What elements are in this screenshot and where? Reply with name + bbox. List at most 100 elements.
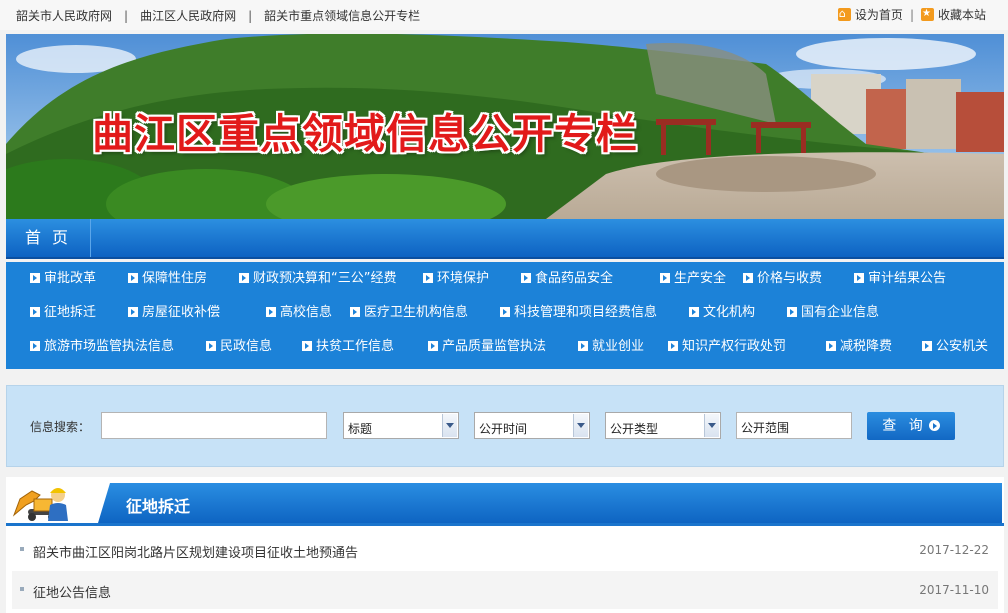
search-button-label: 查 询 bbox=[882, 418, 927, 434]
link-shaoguan-key-areas[interactable]: 韶关市重点领域信息公开专栏 bbox=[264, 9, 420, 23]
nav-home[interactable]: 首 页 bbox=[6, 219, 91, 257]
category-label: 审批改革 bbox=[44, 271, 97, 286]
link-shaoguan-gov[interactable]: 韶关市人民政府网 bbox=[16, 9, 112, 23]
category-link[interactable]: 科技管理和项目经费信息 bbox=[500, 303, 657, 323]
section-land-acquisition: 征地拆迁 韶关市曲江区阳岗北路片区规划建设项目征收土地预通告 2017-12-2… bbox=[6, 477, 1004, 613]
category-link[interactable]: 审计结果公告 bbox=[854, 269, 946, 289]
category-link[interactable]: 公安机关 bbox=[922, 337, 988, 357]
chevron-down-icon bbox=[573, 414, 588, 437]
bullet bbox=[20, 547, 24, 551]
arrow-bullet-icon bbox=[578, 341, 588, 351]
section-underline bbox=[6, 523, 1004, 526]
arrow-bullet-icon bbox=[302, 341, 312, 351]
chevron-down-icon bbox=[704, 414, 719, 437]
category-label: 国有企业信息 bbox=[801, 305, 880, 320]
news-item[interactable]: 征地公告信息 2017-11-10 bbox=[12, 571, 998, 609]
arrow-bullet-icon bbox=[689, 307, 699, 317]
section-header: 征地拆迁 bbox=[6, 477, 1004, 527]
category-link[interactable]: 文化机构 bbox=[689, 303, 755, 323]
category-link[interactable]: 高校信息 bbox=[266, 303, 332, 323]
category-link[interactable]: 就业创业 bbox=[578, 337, 644, 357]
category-link[interactable]: 知识产权行政处罚 bbox=[668, 337, 786, 357]
category-link[interactable]: 房屋征收补偿 bbox=[128, 303, 220, 323]
publish-type-select[interactable]: 公开类型 bbox=[605, 412, 721, 439]
news-item[interactable]: 韶关市曲江区阳岗北路片区规划建设项目征收土地预通告 2017-12-22 bbox=[12, 531, 998, 569]
category-label: 知识产权行政处罚 bbox=[682, 339, 787, 354]
news-date: 2017-11-10 bbox=[919, 583, 989, 597]
category-label: 扶贫工作信息 bbox=[316, 339, 395, 354]
category-label: 价格与收费 bbox=[757, 271, 823, 286]
category-link[interactable]: 民政信息 bbox=[206, 337, 272, 357]
search-label: 信息搜索： bbox=[30, 420, 91, 434]
section-tab bbox=[98, 483, 1002, 523]
section-title[interactable]: 征地拆迁 bbox=[126, 493, 190, 517]
category-link[interactable]: 产品质量监管执法 bbox=[428, 337, 546, 357]
category-label: 审计结果公告 bbox=[868, 271, 947, 286]
arrow-bullet-icon bbox=[854, 273, 864, 283]
category-label: 公安机关 bbox=[936, 339, 989, 354]
category-label: 产品质量监管执法 bbox=[442, 339, 547, 354]
arrow-bullet-icon bbox=[128, 273, 138, 283]
top-right-actions: 设为首页 | 收藏本站 bbox=[837, 6, 986, 23]
category-link[interactable]: 减税降费 bbox=[826, 337, 892, 357]
arrow-bullet-icon bbox=[521, 273, 531, 283]
arrow-bullet-icon bbox=[743, 273, 753, 283]
category-link[interactable]: 旅游市场监管执法信息 bbox=[30, 337, 174, 357]
publish-scope-input[interactable]: 公开范围 bbox=[736, 412, 852, 439]
top-bar: 韶关市人民政府网 | 曲江区人民政府网 | 韶关市重点领域信息公开专栏 设为首页 | 收藏本… bbox=[0, 0, 1008, 30]
set-homepage-link[interactable]: 设为首页 bbox=[855, 8, 903, 22]
category-label: 文化机构 bbox=[703, 305, 756, 320]
category-link[interactable]: 财政预决算和“三公”经费 bbox=[239, 269, 396, 289]
search-panel: 信息搜索： 标题 公开时间 公开类型 公开范围 查 询 bbox=[6, 385, 1004, 467]
category-label: 高校信息 bbox=[280, 305, 333, 320]
search-keyword-input[interactable] bbox=[101, 412, 327, 439]
bookmark-link[interactable]: 收藏本站 bbox=[938, 8, 986, 22]
star-icon bbox=[920, 7, 934, 21]
top-links: 韶关市人民政府网 | 曲江区人民政府网 | 韶关市重点领域信息公开专栏 bbox=[16, 7, 420, 24]
category-link[interactable]: 食品药品安全 bbox=[521, 269, 613, 289]
category-label: 旅游市场监管执法信息 bbox=[44, 339, 175, 354]
category-link[interactable]: 审批改革 bbox=[30, 269, 96, 289]
excavator-worker-icon bbox=[12, 488, 68, 521]
banner: 曲江区重点领域信息公开专栏 bbox=[6, 34, 1004, 219]
category-link[interactable]: 价格与收费 bbox=[743, 269, 822, 289]
category-label: 科技管理和项目经费信息 bbox=[514, 305, 658, 320]
search-field-value: 标题 bbox=[348, 422, 373, 436]
category-link[interactable]: 扶贫工作信息 bbox=[302, 337, 394, 357]
arrow-bullet-icon bbox=[266, 307, 276, 317]
publish-time-value: 公开时间 bbox=[479, 422, 528, 436]
home-icon bbox=[837, 7, 851, 21]
publish-type-value: 公开类型 bbox=[610, 422, 659, 436]
arrow-bullet-icon bbox=[239, 273, 249, 283]
arrow-bullet-icon bbox=[30, 307, 40, 317]
publish-time-select[interactable]: 公开时间 bbox=[474, 412, 590, 439]
category-link[interactable]: 国有企业信息 bbox=[787, 303, 879, 323]
main-nav: 首 页 bbox=[6, 219, 1004, 259]
category-label: 保障性住房 bbox=[142, 271, 208, 286]
category-link[interactable]: 征地拆迁 bbox=[30, 303, 96, 323]
category-label: 环境保护 bbox=[437, 271, 490, 286]
category-label: 减税降费 bbox=[840, 339, 893, 354]
category-label: 食品药品安全 bbox=[535, 271, 614, 286]
search-button[interactable]: 查 询 bbox=[867, 412, 955, 440]
arrow-bullet-icon bbox=[826, 341, 836, 351]
search-field-select[interactable]: 标题 bbox=[343, 412, 459, 439]
category-link[interactable]: 医疗卫生机构信息 bbox=[350, 303, 468, 323]
news-title[interactable]: 征地公告信息 bbox=[33, 582, 111, 601]
chevron-down-icon bbox=[442, 414, 457, 437]
category-label: 财政预决算和“三公”经费 bbox=[253, 271, 397, 286]
arrow-bullet-icon bbox=[660, 273, 670, 283]
link-qujiang-gov[interactable]: 曲江区人民政府网 bbox=[140, 9, 236, 23]
category-link[interactable]: 生产安全 bbox=[660, 269, 726, 289]
news-title[interactable]: 韶关市曲江区阳岗北路片区规划建设项目征收土地预通告 bbox=[33, 542, 358, 561]
arrow-bullet-icon bbox=[423, 273, 433, 283]
arrow-bullet-icon bbox=[922, 341, 932, 351]
category-link[interactable]: 保障性住房 bbox=[128, 269, 207, 289]
arrow-bullet-icon bbox=[350, 307, 360, 317]
category-menu: 审批改革 保障性住房 财政预决算和“三公”经费 环境保护 食品药品安全 生产安全 价格与收费… bbox=[6, 262, 1004, 369]
category-label: 就业创业 bbox=[592, 339, 645, 354]
arrow-right-icon bbox=[928, 420, 940, 431]
category-label: 房屋征收补偿 bbox=[142, 305, 221, 320]
arrow-bullet-icon bbox=[206, 341, 216, 351]
category-link[interactable]: 环境保护 bbox=[423, 269, 489, 289]
